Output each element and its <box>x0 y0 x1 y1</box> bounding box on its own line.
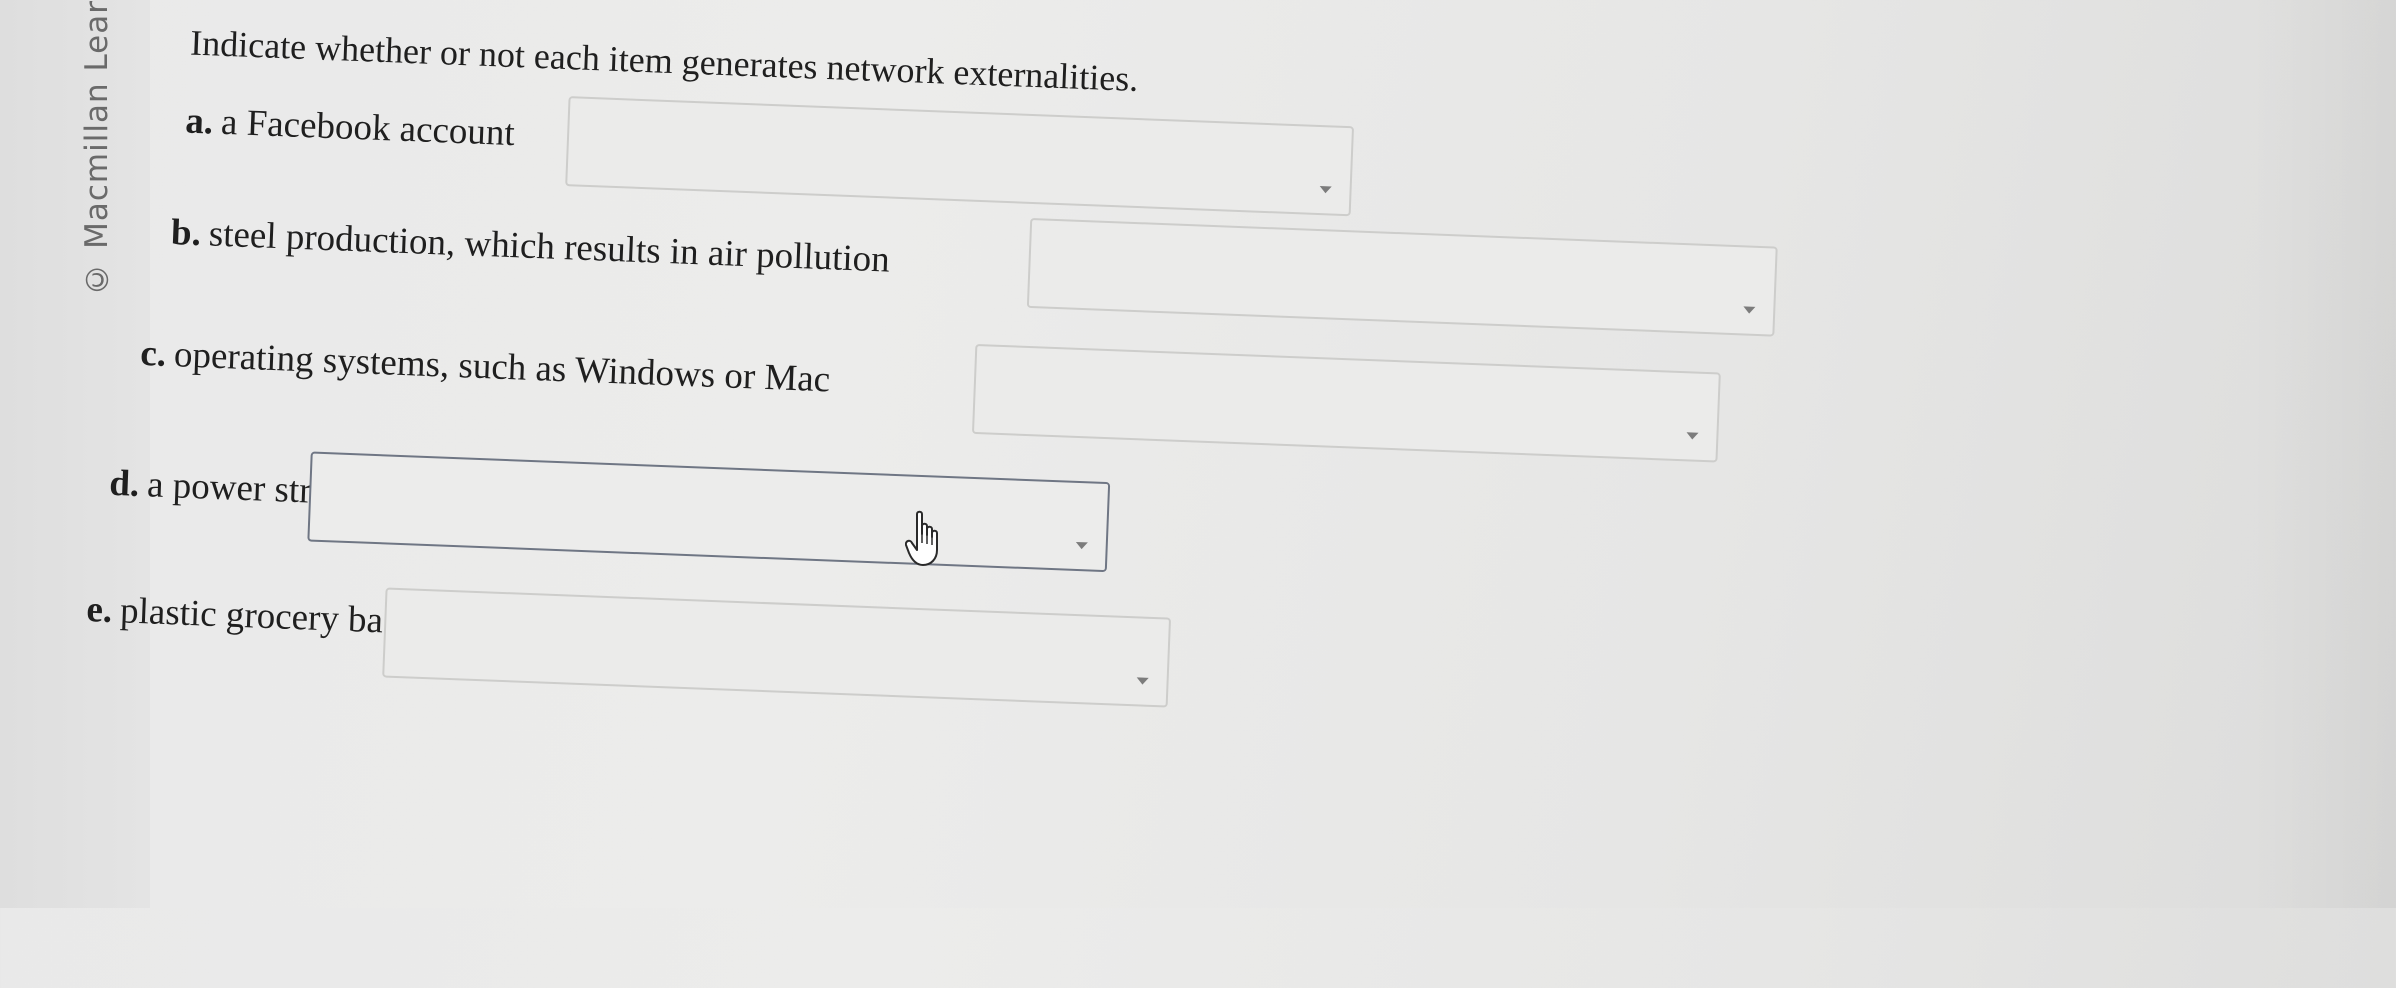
item-e-label: e. plastic grocery bags <box>86 588 417 644</box>
item-e-dropdown[interactable] <box>382 587 1172 708</box>
item-c-letter: c. <box>139 332 167 375</box>
page-edge-shadow <box>2250 0 2396 908</box>
question-prompt: Indicate whether or not each item genera… <box>189 22 1140 99</box>
hand-pointer-cursor-icon <box>905 510 938 566</box>
item-a-dropdown[interactable] <box>565 96 1355 217</box>
item-e-letter: e. <box>85 589 114 631</box>
item-b-text: steel production, which results in air p… <box>208 213 891 281</box>
item-c-label: c. operating systems, such as Windows or … <box>140 332 831 401</box>
item-a-text: a Facebook account <box>220 101 516 155</box>
item-e-text: plastic grocery bags <box>119 590 417 643</box>
item-d-label: d. a power strip <box>109 462 341 514</box>
item-b-label: b. steel production, which results in air… <box>170 211 890 282</box>
chevron-down-icon <box>1686 432 1699 440</box>
item-c-dropdown[interactable] <box>971 343 1721 463</box>
item-b-dropdown[interactable] <box>1026 217 1778 337</box>
copyright-notice: © Macmillan Lear <box>72 0 122 297</box>
item-b-letter: b. <box>170 211 202 255</box>
item-d-letter: d. <box>108 462 141 505</box>
item-d-dropdown[interactable] <box>307 451 1111 573</box>
item-a-letter: a. <box>184 100 214 143</box>
chevron-down-icon <box>1319 186 1332 194</box>
item-a-label: a. a Facebook account <box>185 99 516 155</box>
chevron-down-icon <box>1075 541 1088 550</box>
question-panel: Indicate whether or not each item genera… <box>86 0 2248 988</box>
chevron-down-icon <box>1743 306 1756 314</box>
chevron-down-icon <box>1136 677 1149 685</box>
copyright-text: © Macmillan Lear <box>79 0 115 297</box>
item-c-text: operating systems, such as Windows or Ma… <box>173 334 831 401</box>
